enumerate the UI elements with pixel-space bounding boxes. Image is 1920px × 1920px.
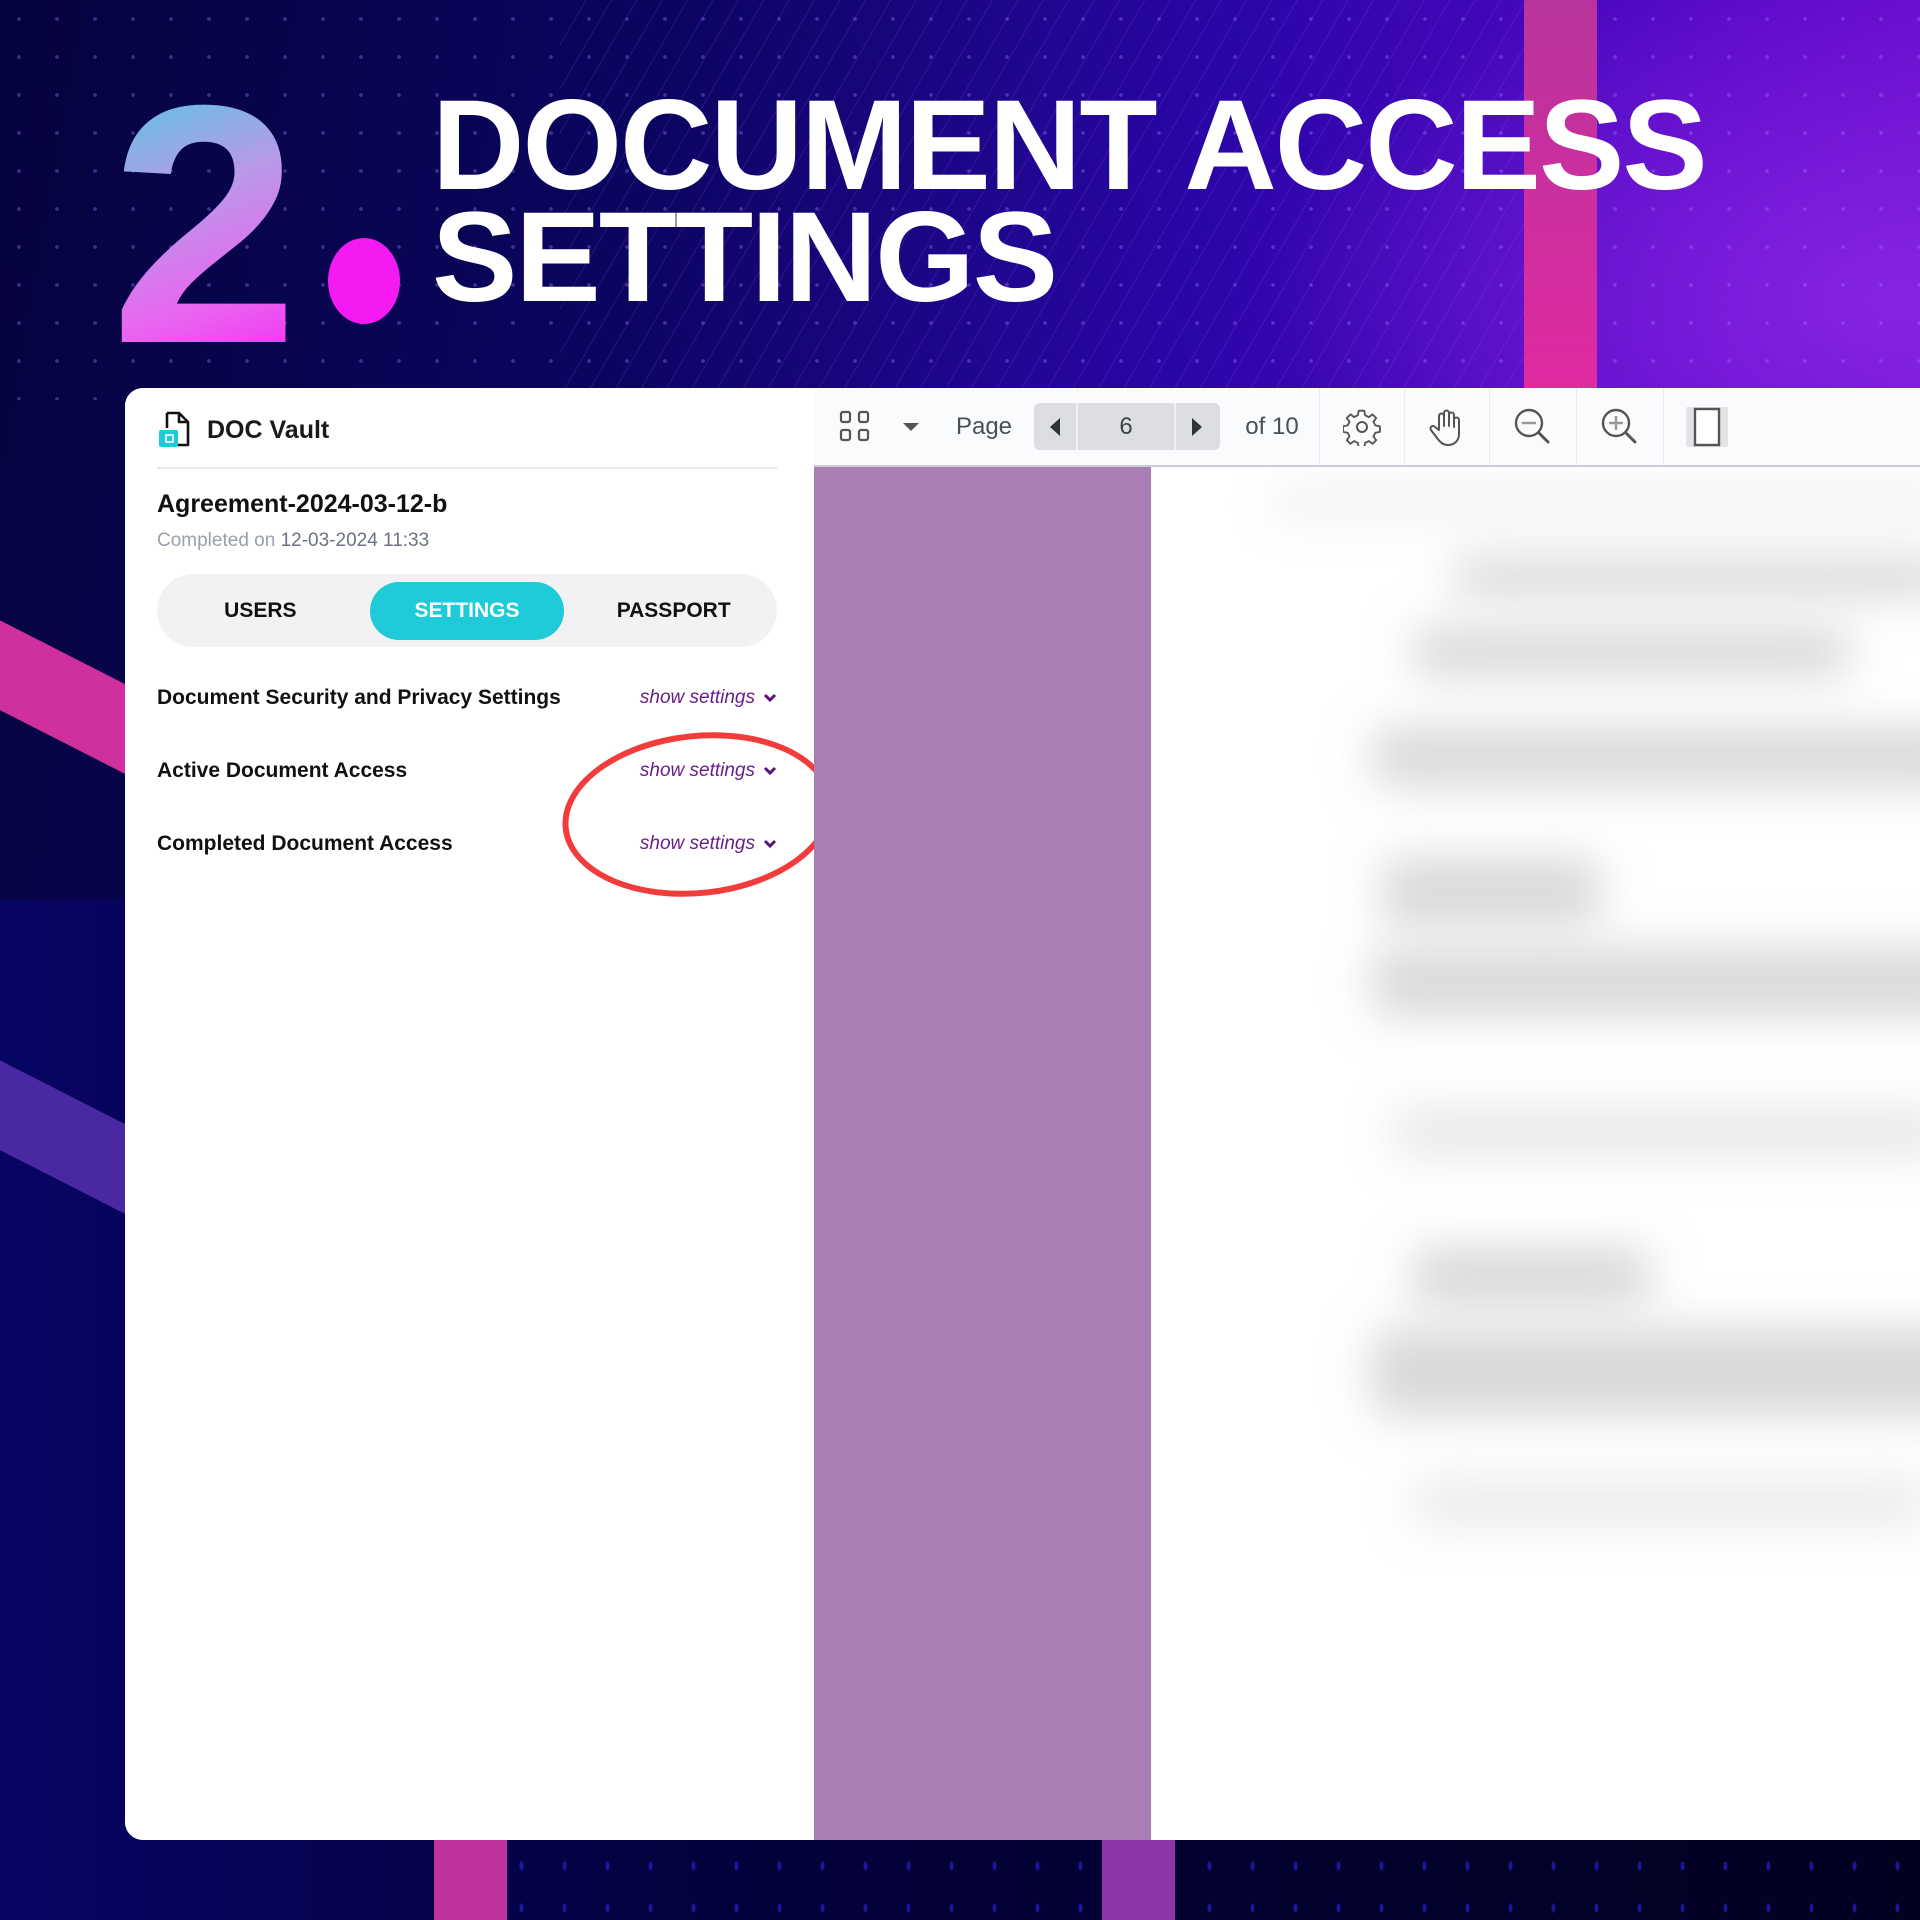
settings-section-completed-access: Completed Document Access show settings: [157, 832, 777, 856]
grid-icon: [839, 410, 870, 441]
show-settings-active-access[interactable]: show settings: [640, 760, 777, 782]
triangle-right-icon: [1192, 417, 1202, 436]
show-settings-label: show settings: [639, 833, 755, 854]
headline-line-2: SETTINGS: [432, 186, 1058, 329]
viewer-side-strip: [814, 467, 1151, 1840]
hand-icon: [1429, 409, 1460, 446]
annotation-highlight-ellipse: [554, 719, 842, 910]
triangle-left-icon: [1050, 417, 1060, 436]
show-settings-label: show settings: [639, 760, 755, 781]
sidebar: DOC Vault Agreement-2024-03-12-b Complet…: [125, 388, 842, 1840]
viewer-toolbar: Page of 10: [814, 388, 1920, 467]
page-number-input[interactable]: [1076, 403, 1176, 450]
show-settings-completed-access[interactable]: show settings: [640, 833, 777, 855]
chevron-down-icon: [763, 693, 777, 703]
brand: DOC Vault: [157, 410, 329, 450]
zoom-in-button[interactable]: [1576, 388, 1663, 465]
thumbnails-button[interactable]: [832, 388, 878, 465]
settings-section-active-access: Active Document Access show settings: [157, 759, 777, 783]
gear-icon: [1342, 409, 1381, 446]
tab-users[interactable]: USERS: [163, 582, 358, 640]
single-page-icon: [1685, 406, 1728, 447]
chevron-down-icon: [763, 839, 777, 849]
tab-passport[interactable]: PASSPORT: [576, 582, 771, 640]
page-headline: DOCUMENT ACCESS SETTINGS: [432, 82, 1708, 329]
thumbnails-dropdown-button[interactable]: [896, 388, 926, 465]
brand-name: DOC Vault: [207, 415, 330, 444]
page-total: of 10: [1245, 412, 1299, 440]
section-label: Completed Document Access: [157, 832, 453, 855]
section-label: Active Document Access: [157, 759, 408, 782]
show-settings-label: show settings: [639, 687, 755, 708]
show-settings-security-privacy[interactable]: show settings: [640, 687, 777, 709]
divider: [157, 467, 777, 469]
step-number: 2: [110, 35, 299, 415]
caret-down-icon: [903, 422, 919, 431]
document-completed-status: Completed on 12-03-2024 11:33: [157, 530, 429, 552]
settings-button[interactable]: [1319, 388, 1404, 465]
background-dot-pattern-bottom: [500, 1845, 1920, 1920]
app-window: DOC Vault Agreement-2024-03-12-b Complet…: [125, 388, 1920, 1840]
zoom-in-icon: [1601, 408, 1636, 443]
pan-tool-button[interactable]: [1404, 388, 1489, 465]
completed-date: 12-03-2024 11:33: [280, 530, 430, 551]
completed-prefix: Completed on: [157, 530, 276, 551]
step-number-dot: [328, 238, 400, 324]
zoom-out-button[interactable]: [1489, 388, 1576, 465]
chevron-down-icon: [763, 766, 777, 776]
sidebar-tabs: USERS SETTINGS PASSPORT: [157, 574, 777, 647]
document-page-preview[interactable]: [1151, 467, 1920, 1840]
tab-settings[interactable]: SETTINGS: [369, 581, 565, 640]
settings-section-security-privacy: Document Security and Privacy Settings s…: [157, 686, 777, 710]
page-label: Page: [955, 412, 1013, 440]
section-label: Document Security and Privacy Settings: [157, 686, 561, 709]
zoom-out-icon: [1514, 408, 1549, 443]
page-navigator: [1034, 403, 1220, 450]
document-vault-icon: [157, 410, 193, 450]
document-title: Agreement-2024-03-12-b: [157, 490, 448, 518]
page-view-button[interactable]: [1663, 388, 1750, 465]
previous-page-button[interactable]: [1034, 403, 1076, 450]
next-page-button[interactable]: [1176, 403, 1218, 450]
